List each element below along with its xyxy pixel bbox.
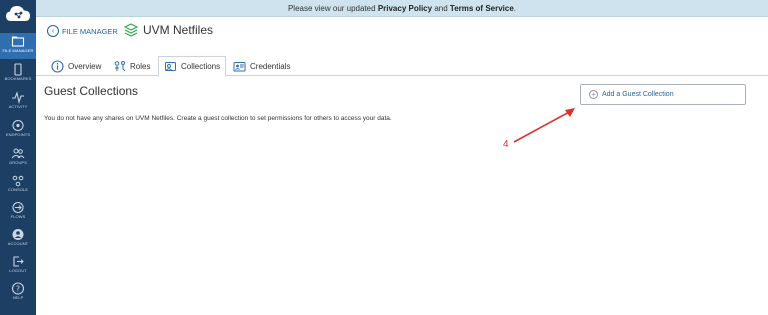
folder-icon bbox=[11, 36, 25, 47]
policy-banner: Please view our updated Privacy Policy a… bbox=[36, 0, 768, 17]
endpoint-name: UVM Netfiles bbox=[143, 23, 214, 37]
tab-bar: Overview Roles Collections Credentials bbox=[36, 56, 768, 77]
help-icon: ? bbox=[11, 282, 25, 295]
sidebar-item-label: ACCOUNT bbox=[7, 241, 29, 246]
file-manager-label: FILE MANAGER bbox=[62, 26, 118, 36]
plus-circle-icon: + bbox=[589, 90, 598, 99]
groups-icon bbox=[11, 148, 25, 159]
activity-icon bbox=[12, 91, 24, 104]
sidebar-item-bookmarks[interactable]: BOOKMARKS bbox=[0, 61, 36, 87]
sidebar-item-help[interactable]: ? HELP bbox=[0, 280, 36, 306]
sidebar-item-label: HELP bbox=[12, 295, 24, 300]
sidebar-item-flows[interactable]: FLOWS bbox=[0, 199, 36, 225]
sidebar-item-groups[interactable]: GROUPS bbox=[0, 145, 36, 171]
sidebar-item-label: ACTIVITY bbox=[8, 104, 28, 109]
endpoints-icon bbox=[12, 119, 24, 132]
tab-credentials[interactable]: Credentials bbox=[228, 56, 295, 76]
sidebar-item-account[interactable]: ACCOUNT bbox=[0, 226, 36, 252]
sidebar-item-activity[interactable]: ACTIVITY bbox=[0, 89, 36, 115]
app-root: FILE MANAGER BOOKMARKS ACTIVITY ENDPOINT… bbox=[0, 0, 768, 315]
tab-roles[interactable]: Roles bbox=[108, 56, 155, 76]
chevron-left-icon: ‹ bbox=[47, 25, 59, 37]
sidebar-item-logout[interactable]: LOGOUT bbox=[0, 253, 36, 279]
sidebar-item-label: BOOKMARKS bbox=[4, 76, 32, 81]
endpoint-layers-icon bbox=[124, 23, 138, 37]
sidebar-item-label: CONSOLE bbox=[7, 187, 29, 192]
svg-text:?: ? bbox=[16, 284, 20, 293]
page-title: Guest Collections bbox=[44, 84, 139, 98]
tab-overview[interactable]: Overview bbox=[46, 56, 106, 76]
banner-suffix: . bbox=[513, 4, 517, 13]
flows-icon bbox=[12, 201, 24, 214]
tab-label: Credentials bbox=[250, 61, 291, 71]
annotation-arrow bbox=[513, 108, 575, 143]
tab-label: Roles bbox=[130, 61, 151, 71]
bookmark-icon bbox=[14, 63, 22, 76]
file-manager-back-link[interactable]: ‹ FILE MANAGER bbox=[47, 24, 118, 38]
annotation-step-number: 4 bbox=[503, 139, 509, 150]
sidebar: FILE MANAGER BOOKMARKS ACTIVITY ENDPOINT… bbox=[0, 0, 36, 315]
globus-logo-icon[interactable] bbox=[4, 3, 32, 27]
roles-icon bbox=[114, 60, 126, 71]
collections-icon bbox=[165, 62, 176, 71]
tab-label: Collections bbox=[181, 62, 221, 71]
logout-icon bbox=[13, 256, 24, 267]
sidebar-item-label: GROUPS bbox=[9, 160, 27, 165]
endpoint-title: UVM Netfiles bbox=[124, 23, 213, 37]
sidebar-item-console[interactable]: CONSOLE bbox=[0, 172, 36, 198]
tab-collections[interactable]: Collections bbox=[158, 56, 227, 77]
sidebar-item-endpoints[interactable]: ENDPOINTS bbox=[0, 117, 36, 143]
sidebar-item-label: ENDPOINTS bbox=[5, 132, 31, 137]
info-icon bbox=[51, 59, 64, 73]
empty-state-message: You do not have any shares on UVM Netfil… bbox=[44, 115, 392, 122]
privacy-policy-link[interactable]: Privacy Policy bbox=[378, 4, 432, 13]
tab-label: Overview bbox=[68, 61, 102, 71]
console-icon bbox=[12, 175, 24, 187]
add-guest-collection-label: Add a Guest Collection bbox=[602, 91, 674, 98]
account-icon bbox=[12, 229, 24, 240]
sidebar-item-label: FLOWS bbox=[10, 214, 26, 219]
sidebar-item-label: LOGOUT bbox=[9, 268, 27, 273]
banner-and: and bbox=[434, 4, 448, 13]
terms-of-service-link[interactable]: Terms of Service bbox=[450, 4, 514, 13]
banner-prefix: Please view our updated bbox=[287, 4, 376, 13]
add-guest-collection-button[interactable]: + Add a Guest Collection bbox=[580, 84, 746, 105]
credentials-icon bbox=[233, 61, 246, 71]
sidebar-item-file-manager[interactable]: FILE MANAGER bbox=[0, 33, 36, 59]
sidebar-item-label: FILE MANAGER bbox=[2, 48, 34, 53]
